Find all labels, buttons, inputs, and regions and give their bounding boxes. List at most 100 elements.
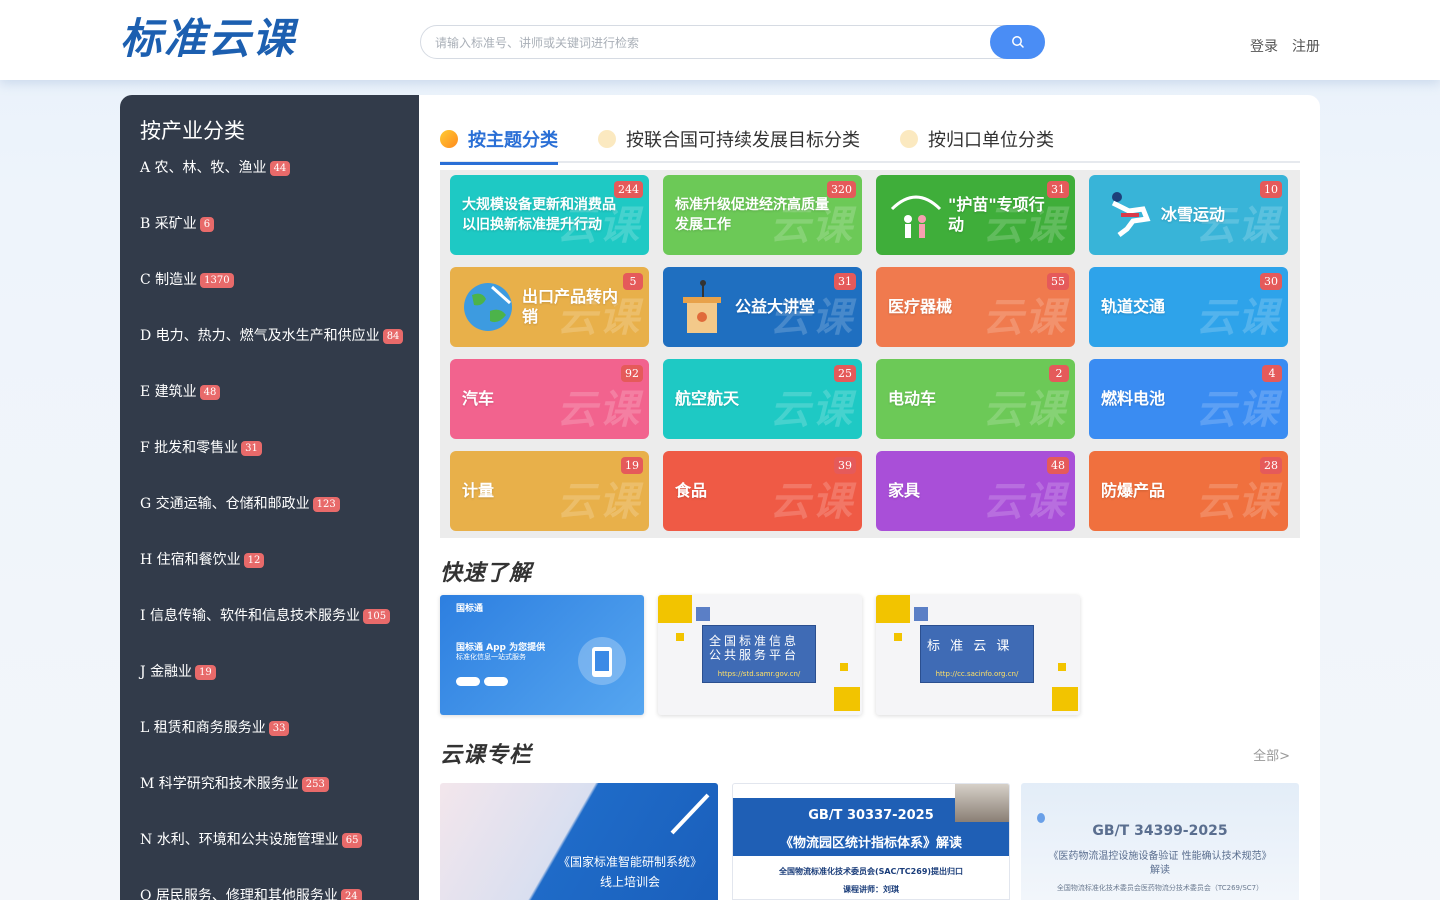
count-badge: 1370 (200, 272, 234, 288)
watermark-text: 云课 (983, 295, 1067, 341)
industry-item[interactable]: N 水利、环境和公共设施管理业 65 (140, 829, 419, 885)
topic-count-badge: 2 (1049, 365, 1069, 382)
decor-dot (1037, 813, 1045, 823)
industry-label: I 信息传输、软件和信息技术服务业 (140, 608, 360, 624)
industry-label: O 居民服务、修理和其他服务业 (140, 888, 338, 900)
topic-card[interactable]: 云课 计量 19 (450, 451, 649, 531)
watermark-text: 云课 (557, 387, 641, 433)
watermark-text: 云课 (983, 387, 1067, 433)
watermark-text: 云课 (557, 479, 641, 525)
topic-count-badge: 320 (827, 181, 856, 198)
quick-card-cloud-course[interactable]: 标 准 云 课 http://cc.sacinfo.org.cn/ (876, 595, 1080, 715)
search-icon (1011, 36, 1024, 48)
course-card[interactable]: 《国家标准智能研制系统》 线上培训会 (440, 783, 718, 900)
industry-item[interactable]: C 制造业 1370 (140, 269, 419, 325)
count-badge: 44 (269, 160, 291, 176)
topic-card[interactable]: 云课 家具 48 (876, 451, 1075, 531)
course-std-number: GB/T 30337-2025 (808, 808, 934, 823)
search-button[interactable] (990, 25, 1045, 59)
industry-item[interactable]: B 采矿业 6 (140, 213, 419, 269)
topic-card[interactable]: 云课 公益大讲堂 31 (663, 267, 862, 347)
decor-square (696, 607, 710, 621)
industry-item[interactable]: E 建筑业 48 (140, 381, 419, 437)
industry-item[interactable]: A 农、林、牧、渔业 44 (140, 157, 419, 213)
podium-icon (683, 280, 721, 333)
view-all-link[interactable]: 全部> (1253, 745, 1290, 764)
topic-card[interactable]: 云课 电动车 2 (876, 359, 1075, 439)
app-store-badge (456, 677, 480, 686)
topic-count-badge: 19 (621, 457, 643, 474)
topic-card[interactable]: 云课 出口产品转内销 5 (450, 267, 649, 347)
course-card[interactable]: GB/T 34399-2025 《医药物流温控设施设备验证 性能确认技术规范》 … (1021, 783, 1299, 900)
topic-card[interactable]: 云课 大规模设备更新和消费品以旧换新标准提升行动 244 (450, 175, 649, 255)
topic-label: 电动车 (888, 389, 937, 408)
quick-section-title: 快速了解 (440, 561, 533, 586)
industry-item[interactable]: F 批发和零售业 31 (140, 437, 419, 493)
topic-count-badge: 31 (1047, 181, 1069, 198)
tab-by-department[interactable]: 按归口单位分类 (900, 123, 1054, 155)
tab-by-topic[interactable]: 按主题分类 (440, 123, 558, 165)
decor-square (876, 595, 910, 623)
topic-card[interactable]: 云课 食品 39 (663, 451, 862, 531)
topic-card[interactable]: 云课 医疗器械 55 (876, 267, 1075, 347)
main-panel: 按主题分类 按联合国可持续发展目标分类 按归口单位分类 云课 大规模设备更新和消费… (419, 95, 1320, 900)
cloud-course-panel: 标 准 云 课 http://cc.sacinfo.org.cn/ (920, 625, 1034, 683)
count-badge: 6 (199, 216, 215, 232)
topic-card[interactable]: 云课 标准升级促进经济高质量发展工作 320 (663, 175, 862, 255)
industry-label: J 金融业 (140, 664, 193, 680)
course-title-line1: 《国家标准智能研制系统》 (557, 855, 702, 869)
course-title: 《物流园区统计指标体系》解读 (779, 836, 962, 851)
topic-label: 家具 (888, 481, 921, 500)
register-link[interactable]: 注册 (1292, 36, 1320, 56)
topic-card[interactable]: 云课 防爆产品 28 (1089, 451, 1288, 531)
decor-square (1052, 687, 1078, 711)
watermark-text: 云课 (1196, 479, 1280, 525)
topic-card[interactable]: 云课 轨道交通 30 (1089, 267, 1288, 347)
decor-square (894, 633, 902, 641)
industry-item[interactable]: G 交通运输、仓储和邮政业 123 (140, 493, 419, 549)
topic-count-badge: 28 (1260, 457, 1282, 474)
topic-card[interactable]: 云课 汽车 92 (450, 359, 649, 439)
industry-item[interactable]: I 信息传输、软件和信息技术服务业 105 (140, 605, 419, 661)
globe-icon (464, 283, 512, 331)
umbrella-children-icon (890, 195, 942, 238)
industry-item[interactable]: H 住宿和餐饮业 12 (140, 549, 419, 605)
platform-url: https://std.samr.gov.cn/ (717, 670, 801, 678)
cloud-course-title: 标 准 云 课 (927, 639, 1013, 654)
industry-label: F 批发和零售业 (140, 440, 239, 456)
course-card[interactable]: GB/T 30337-2025 《物流园区统计指标体系》解读 全国物流标准化技术… (732, 783, 1010, 900)
course-lecturer: 课程讲师：刘琪 (843, 885, 899, 894)
industry-label: C 制造业 (140, 272, 198, 288)
count-badge: 48 (199, 384, 221, 400)
topic-card[interactable]: 云课 "护苗"专项行动 31 (876, 175, 1075, 255)
tab-dot-icon (598, 130, 616, 148)
tab-by-sdg[interactable]: 按联合国可持续发展目标分类 (598, 123, 860, 155)
app-line2: 标准化信息一站式服务 (456, 653, 526, 661)
topic-count-badge: 31 (834, 273, 856, 290)
topic-card[interactable]: 云课 冰雪运动 10 (1089, 175, 1288, 255)
sidebar-title: 按产业分类 (140, 119, 245, 143)
quick-card-std-platform[interactable]: 全国标准信息公共服务平台 https://std.samr.gov.cn/ (658, 595, 862, 715)
login-link[interactable]: 登录 (1250, 36, 1278, 56)
tab-dot-icon (440, 130, 458, 148)
count-badge: 33 (268, 720, 290, 736)
topic-card[interactable]: 云课 燃料电池 4 (1089, 359, 1288, 439)
skater-icon (1111, 192, 1151, 237)
count-badge: 31 (241, 440, 262, 456)
industry-label: G 交通运输、仓储和邮政业 (140, 496, 310, 512)
topic-count-badge: 55 (1047, 273, 1069, 290)
industry-item[interactable]: D 电力、热力、燃气及水生产和供应业 84 (140, 325, 419, 381)
course-title: 《医药物流温控设施设备验证 性能确认技术规范》 (1048, 851, 1272, 862)
industry-item[interactable]: J 金融业 19 (140, 661, 419, 717)
count-badge: 19 (195, 664, 216, 680)
tab-label: 按主题分类 (468, 130, 558, 151)
tab-label: 按联合国可持续发展目标分类 (626, 130, 860, 151)
quick-card-app[interactable]: 国标通 国标通 App 为您提供 标准化信息一站式服务 (440, 595, 644, 715)
industry-item[interactable]: O 居民服务、修理和其他服务业 24 (140, 885, 419, 900)
search-input[interactable] (435, 32, 985, 54)
site-logo[interactable]: 标准云课 (120, 14, 296, 64)
industry-item[interactable]: L 租赁和商务服务业 33 (140, 717, 419, 773)
app-brand: 国标通 (456, 604, 484, 614)
topic-card[interactable]: 云课 航空航天 25 (663, 359, 862, 439)
industry-item[interactable]: M 科学研究和技术服务业 253 (140, 773, 419, 829)
